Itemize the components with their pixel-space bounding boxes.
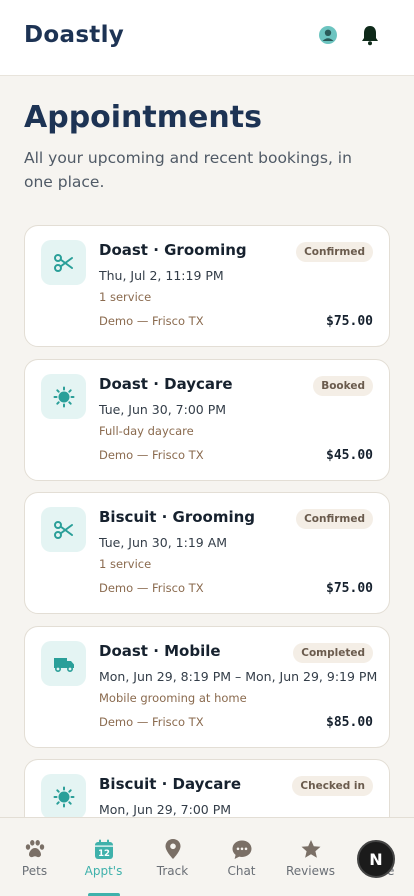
tab-track[interactable]: Track [138,818,207,896]
appointment-location: Demo — Frisco TX [99,715,204,729]
status-badge: Booked [313,376,373,396]
appointment-card[interactable]: Doast · Mobile Mon, Jun 29, 8:19 PM – Mo… [24,626,390,748]
appointment-title: Doast · Daycare [99,375,233,393]
app-header: Doastly [0,0,414,76]
appointment-location: Demo — Frisco TX [99,581,204,595]
appointment-card[interactable]: Doast · Grooming Thu, Jul 2, 11:19 PM 1 … [24,225,390,347]
sun-icon [41,374,86,419]
appointment-price: $45.00 [326,448,373,463]
appointment-summary: Mobile grooming at home [99,691,247,705]
appointment-summary: 1 service [99,290,152,304]
appointment-time: Mon, Jun 29, 8:19 PM – Mon, Jun 29, 9:19… [99,669,378,684]
page-title: Appointments [24,100,262,135]
appointment-time: Thu, Jul 2, 11:19 PM [99,268,224,283]
appointment-location: Demo — Frisco TX [99,448,204,462]
page-subtitle: All your upcoming and recent bookings, i… [24,149,352,191]
tab-label: Appt's [84,864,123,878]
bell-icon[interactable] [359,24,381,46]
tab-label: Track [156,864,189,878]
appointment-card[interactable]: Doast · Daycare Tue, Jun 30, 7:00 PM Ful… [24,359,390,481]
appointment-card[interactable]: Biscuit · Grooming Tue, Jun 30, 1:19 AM … [24,492,390,614]
scissors-icon [41,507,86,552]
tab-appointments[interactable]: 12 Appt's [69,818,138,896]
bottom-tab-bar: Pets 12 Appt's Track Chat Reviews [0,817,414,896]
appointment-time: Tue, Jun 30, 1:19 AM [99,535,228,550]
appointment-price: $75.00 [326,314,373,329]
appointment-price: $85.00 [326,715,373,730]
status-badge: Confirmed [296,242,373,262]
calendar-day: 12 [98,849,110,859]
chat-bubble-icon [207,838,276,860]
appointment-title: Doast · Mobile [99,642,221,660]
tab-reviews[interactable]: Reviews [276,818,345,896]
appointment-price: $75.00 [326,581,373,596]
star-icon [276,838,345,860]
appointment-title: Biscuit · Daycare [99,775,242,793]
tab-pets[interactable]: Pets [0,818,69,896]
profile-icon[interactable] [317,24,339,46]
appointment-location: Demo — Frisco TX [99,314,204,328]
location-pin-icon [138,838,207,860]
calendar-icon: 12 [69,838,138,860]
appointment-time: Mon, Jun 29, 7:00 PM [99,802,232,817]
scissors-icon [41,240,86,285]
appointment-title: Biscuit · Grooming [99,508,256,526]
paw-icon [0,838,69,860]
appointment-time: Tue, Jun 30, 7:00 PM [99,402,227,417]
floating-assistant-button[interactable]: N [357,840,395,878]
app-logo[interactable]: Doastly [24,22,124,48]
sun-icon [41,774,86,819]
tab-label: Pets [21,864,48,878]
status-badge: Completed [293,643,373,663]
status-badge: Checked in [292,776,373,796]
appointment-title: Doast · Grooming [99,241,247,259]
status-badge: Confirmed [296,509,373,529]
tab-label: Chat [227,864,256,878]
appointment-summary: 1 service [99,557,152,571]
van-icon [41,641,86,686]
tab-label: Reviews [285,864,336,878]
appointment-summary: Full-day daycare [99,424,194,438]
tab-chat[interactable]: Chat [207,818,276,896]
